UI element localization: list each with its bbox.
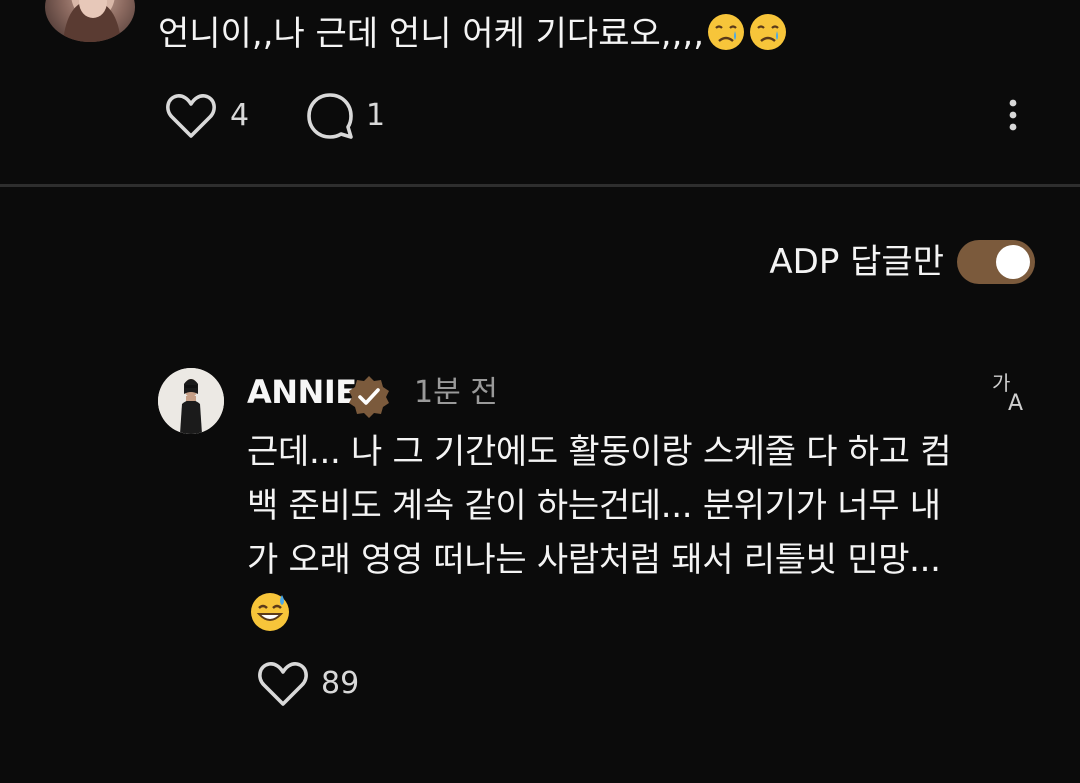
artist-name[interactable]: ANNIE — [247, 372, 357, 412]
toggle-knob — [996, 245, 1030, 279]
verified-badge-icon — [346, 374, 392, 420]
artist-replies-only-label: ADP 답글만 — [769, 242, 944, 282]
reply-like-count: 89 — [321, 666, 360, 701]
crying-face-icon — [748, 12, 788, 52]
crying-face-icon — [706, 12, 746, 52]
comment-text-content: 언니이,,나 근데 언니 어케 기다료오,,,, — [158, 14, 704, 54]
svg-text:A: A — [1008, 391, 1023, 414]
grinning-sweat-icon — [249, 591, 291, 633]
reply-like-button[interactable] — [254, 656, 312, 712]
translate-icon: 가 A — [992, 371, 1023, 416]
comment-bubble-icon — [307, 93, 353, 139]
translate-button[interactable]: 가 A — [990, 368, 1036, 416]
commenter-avatar[interactable] — [45, 0, 135, 42]
like-button[interactable] — [162, 88, 220, 144]
comment-text: 언니이,,나 근데 언니 어케 기다료오,,,, — [158, 12, 788, 56]
reply-button[interactable] — [302, 88, 358, 144]
reply-text: 근데... 나 그 기간에도 활동이랑 스케줄 다 하고 컴백 준비도 계속 같… — [247, 425, 967, 641]
heart-icon — [166, 94, 216, 138]
heart-icon — [258, 662, 308, 706]
artist-avatar[interactable] — [158, 368, 224, 434]
reply-text-content: 근데... 나 그 기간에도 활동이랑 스케줄 다 하고 컴백 준비도 계속 같… — [247, 432, 952, 580]
like-count: 4 — [230, 98, 250, 133]
artist-replies-only-toggle[interactable] — [957, 240, 1035, 284]
reply-count: 1 — [366, 98, 386, 133]
reply-timestamp: 1분 전 — [414, 375, 498, 410]
more-options-button[interactable] — [996, 94, 1030, 136]
divider — [0, 184, 1080, 187]
more-vertical-icon — [1009, 99, 1017, 131]
